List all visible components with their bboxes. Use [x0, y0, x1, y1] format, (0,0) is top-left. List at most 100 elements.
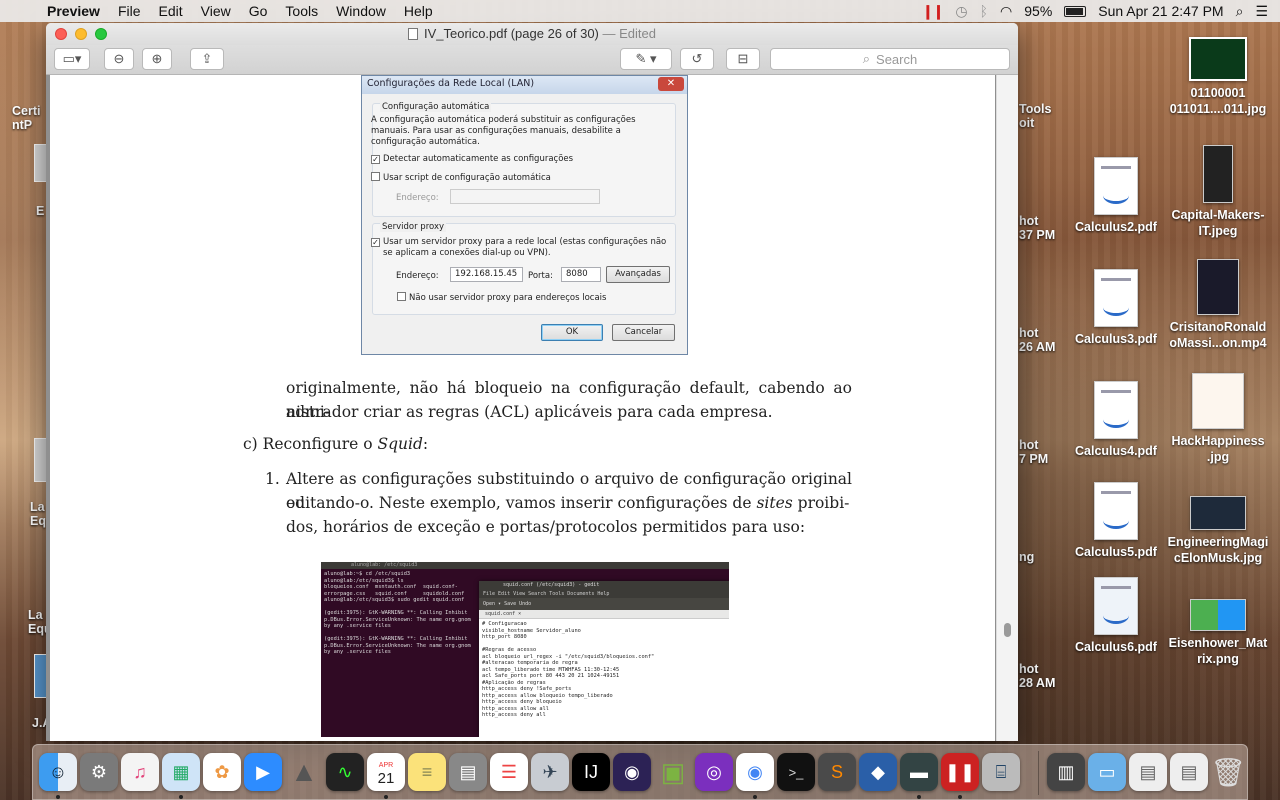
activity-monitor-icon[interactable]: ∿	[326, 753, 364, 791]
desktop-icon-calculus6[interactable]: Calculus6.pdf	[1061, 577, 1171, 655]
share-button[interactable]: ⇪	[190, 48, 224, 70]
android-studio-icon[interactable]: ▣	[654, 753, 692, 791]
finder-icon[interactable]: ☺	[39, 753, 77, 791]
desktop-icon-cristiano-video[interactable]: CrisitanoRonald oMassi...on.mp4	[1163, 259, 1273, 351]
scrollbar-thumb[interactable]	[1004, 623, 1011, 637]
image-thumbnail	[1203, 145, 1233, 203]
trash-icon[interactable]: 🗑	[1209, 753, 1247, 791]
automator-icon[interactable]: ▲	[285, 753, 323, 791]
time-machine-icon[interactable]: ◷	[955, 3, 967, 20]
reminders-icon[interactable]: ☰	[490, 753, 528, 791]
desktop-icon-engineering-magic[interactable]: EngineeringMagi cElonMusk.jpg	[1163, 496, 1273, 566]
sublime-text-icon[interactable]: S	[818, 753, 856, 791]
itunes-icon[interactable]: ♫	[121, 753, 159, 791]
menu-view[interactable]: View	[192, 3, 240, 19]
running-indicator	[753, 795, 757, 799]
minimize-window-button[interactable]	[75, 28, 87, 40]
search-field[interactable]: ⌕ Search	[770, 48, 1010, 70]
list-item-line: dos, horários de exceção e portas/protoc…	[286, 518, 806, 536]
battery-icon[interactable]	[1064, 5, 1087, 17]
desktop-icon-hackhappiness[interactable]: HackHappiness .jpg	[1163, 373, 1273, 465]
image-capture-icon[interactable]: ⌸	[982, 753, 1020, 791]
preview-icon[interactable]: ▦	[162, 753, 200, 791]
wifi-icon[interactable]: ◠	[1000, 3, 1012, 20]
bluetooth-icon[interactable]: ᛒ	[980, 3, 988, 19]
zoom-window-button[interactable]	[95, 28, 107, 40]
auto-script-checkbox: Usar script de configuração automática	[371, 172, 551, 183]
document-area[interactable]: Configurações da Rede Local (LAN) ✕ Conf…	[46, 75, 1018, 741]
spotlight-icon[interactable]: ⌕	[1236, 3, 1244, 20]
applications-folder-icon[interactable]: ▭	[1088, 753, 1126, 791]
menu-file[interactable]: File	[109, 3, 150, 19]
desktop-icon-binary-jpg[interactable]: 01100001 011011....011.jpg	[1163, 37, 1273, 117]
parallels-desktop-icon[interactable]: ❚❚	[941, 753, 979, 791]
chrome-icon[interactable]: ◉	[736, 753, 774, 791]
photos-icon[interactable]: ✿	[203, 753, 241, 791]
sidebar-toggle-button[interactable]: ▭▾	[54, 48, 90, 70]
intellij-icon[interactable]: IJ	[572, 753, 610, 791]
markup-pen-button[interactable]: ✎ ▾	[620, 48, 672, 70]
desktop-icon-calculus4[interactable]: Calculus4.pdf	[1061, 381, 1171, 459]
zoom-in-button[interactable]: ⊕	[142, 48, 172, 70]
title-bar[interactable]: IV_Teorico.pdf (page 26 of 30) — Edited	[46, 23, 1018, 45]
pdf-thumbnail	[1094, 269, 1138, 327]
battery-percent[interactable]: 95%	[1024, 3, 1052, 19]
desktop-icon-calculus5[interactable]: Calculus5.pdf	[1061, 482, 1171, 560]
menu-help[interactable]: Help	[395, 3, 442, 19]
vertical-scrollbar[interactable]	[996, 75, 1018, 741]
toolbar: ▭▾ ⊖ ⊕ ⇪ ✎ ▾ ↺ ⊟ ⌕ Search	[46, 45, 1018, 75]
zoom-icon[interactable]: ▶	[244, 753, 282, 791]
desktop-icon-partial[interactable]: ng	[1019, 550, 1034, 564]
notification-center-icon[interactable]: ☰	[1255, 3, 1268, 20]
desktop-icon-calculus2[interactable]: Calculus2.pdf	[1061, 157, 1171, 235]
bypass-local-checkbox: Não usar servidor proxy para endereços l…	[397, 292, 606, 303]
documents-stack-icon[interactable]: ▤	[1129, 753, 1167, 791]
rotate-button[interactable]: ↺	[680, 48, 714, 70]
menu-tools[interactable]: Tools	[276, 3, 327, 19]
calculator-icon[interactable]: ▤	[449, 753, 487, 791]
markup-toolbox-button[interactable]: ⊟	[726, 48, 760, 70]
clock[interactable]: Sun Apr 21 2:47 PM	[1098, 3, 1223, 19]
menu-go[interactable]: Go	[240, 3, 277, 19]
parallels-pause-icon[interactable]: ❙❙	[922, 3, 944, 20]
parallels-apps-folder-icon[interactable]: ▥	[1047, 753, 1085, 791]
checkbox-checked-icon: ✓	[371, 238, 380, 247]
lan-settings-dialog-image: Configurações da Rede Local (LAN) ✕ Conf…	[361, 75, 688, 355]
paragraph-line: nistrador criar as regras (ACL) aplicáve…	[286, 403, 773, 421]
terminal-icon[interactable]: >_	[777, 753, 815, 791]
desktop-icon-partial[interactable]: Certi ntP	[12, 104, 40, 132]
script-address-field	[450, 189, 600, 204]
desktop-icon-calculus3[interactable]: Calculus3.pdf	[1061, 269, 1171, 347]
gedit-tab: squid.conf ×	[479, 610, 729, 619]
system-preferences-icon[interactable]: ⚙	[80, 753, 118, 791]
desktop-icon-eisenhower[interactable]: Eisenhower_Mat rix.png	[1163, 599, 1273, 667]
notes-icon[interactable]: ≡	[408, 753, 446, 791]
running-indicator	[917, 795, 921, 799]
desktop-icon-partial[interactable]: E	[36, 204, 44, 218]
virtualbox-icon[interactable]: ◆	[859, 753, 897, 791]
podcasts-icon[interactable]: ◎	[695, 753, 733, 791]
list-item-line: editando-o. Neste exemplo, vamos inserir…	[286, 494, 850, 512]
desktop-icon-partial[interactable]: Tools oit	[1019, 102, 1051, 130]
pdf-page[interactable]: Configurações da Rede Local (LAN) ✕ Conf…	[50, 75, 995, 741]
desktop-icon-partial[interactable]: hot 28 AM	[1019, 662, 1055, 690]
calendar-icon[interactable]: APR 21	[367, 753, 405, 791]
desktop-icon-partial[interactable]: hot 37 PM	[1019, 214, 1055, 242]
menu-window[interactable]: Window	[327, 3, 395, 19]
launchpad-icon[interactable]: ✈	[531, 753, 569, 791]
eclipse-icon[interactable]: ◉	[613, 753, 651, 791]
zoom-out-button[interactable]: ⊖	[104, 48, 134, 70]
use-proxy-checkbox: ✓ Usar um servidor proxy para a rede loca…	[371, 237, 667, 247]
desktop-icon-partial[interactable]: hot 26 AM	[1019, 326, 1055, 354]
menu-edit[interactable]: Edit	[150, 3, 192, 19]
document-proxy-icon[interactable]	[408, 28, 418, 40]
menu-app-name[interactable]: Preview	[38, 3, 109, 19]
script-address-label: Endereço:	[396, 193, 439, 203]
desktop-icon-partial[interactable]: hot 7 PM	[1019, 438, 1048, 466]
desktop-icon-capital-makers[interactable]: Capital-Makers- IT.jpeg	[1163, 145, 1273, 239]
close-icon: ✕	[658, 77, 684, 91]
parallels-vm-icon[interactable]: ▬	[900, 753, 938, 791]
downloads-stack-icon[interactable]: ▤	[1170, 753, 1208, 791]
close-window-button[interactable]	[55, 28, 67, 40]
edited-indicator[interactable]: — Edited	[603, 26, 656, 41]
